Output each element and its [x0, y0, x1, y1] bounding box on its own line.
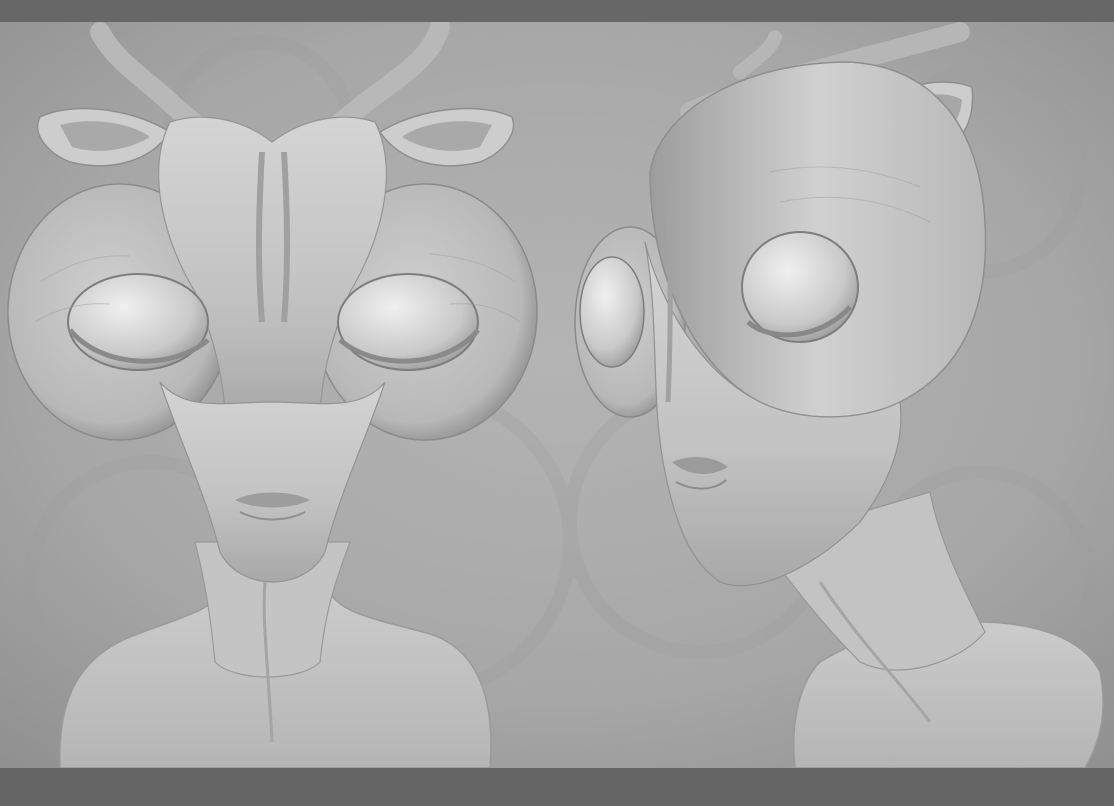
render-image — [0, 22, 1114, 768]
bottom-frame-bar — [0, 768, 1114, 806]
render-viewer — [0, 0, 1114, 806]
sculpt-render-illustration — [0, 22, 1114, 768]
top-frame-bar — [0, 0, 1114, 22]
